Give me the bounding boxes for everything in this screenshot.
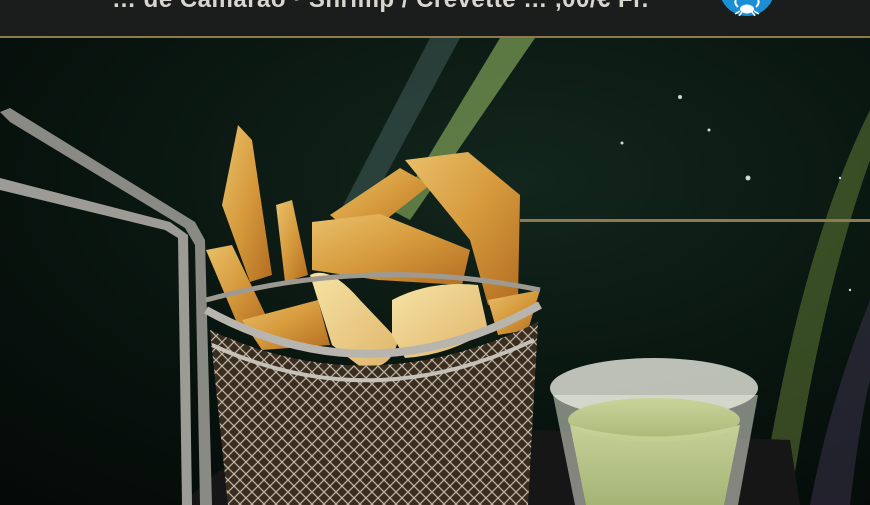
crab-icon — [734, 0, 760, 16]
food-photo — [0, 38, 870, 505]
header-bar: … de Camarão · Shrimp / Crevette … ,00/€… — [0, 0, 870, 38]
sauce-cup-icon — [550, 358, 758, 505]
gold-rule — [520, 219, 870, 222]
header-text: … de Camarão · Shrimp / Crevette … ,00/€… — [112, 0, 649, 14]
crab-badge — [719, 0, 775, 16]
